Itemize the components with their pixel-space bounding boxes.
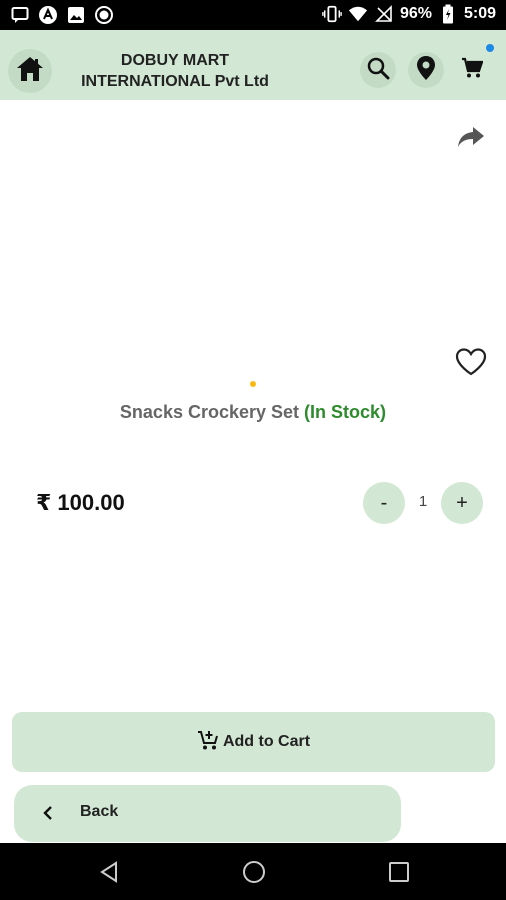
no-signal-icon [374, 4, 394, 24]
record-icon [94, 5, 114, 25]
chevron-left-icon [38, 803, 58, 823]
location-button[interactable] [408, 52, 444, 88]
app-a-icon [38, 5, 58, 25]
home-button[interactable] [8, 49, 52, 93]
brand-line-1: DOBUY MART [120, 52, 230, 69]
home-icon [15, 55, 45, 88]
battery-icon [438, 4, 458, 24]
quantity-decrease-button[interactable]: - [363, 482, 405, 524]
quantity-increase-button[interactable]: + [441, 482, 483, 524]
add-cart-icon [197, 729, 219, 756]
quantity-value: 1 [418, 493, 428, 510]
wishlist-button[interactable] [452, 345, 490, 383]
search-icon [366, 56, 390, 85]
heart-icon [455, 347, 487, 381]
brand-line-2: INTERNATIONAL Pvt Ltd [81, 73, 269, 90]
image-icon [66, 5, 86, 25]
system-nav-bar [0, 843, 506, 900]
back-label: Back [80, 803, 119, 820]
brand-name: DOBUY MART INTERNATIONAL Pvt Ltd [60, 50, 290, 92]
vibrate-icon [322, 4, 342, 24]
app-header: DOBUY MART INTERNATIONAL Pvt Ltd [0, 30, 506, 100]
cart-button[interactable] [454, 52, 490, 88]
cart-icon [461, 57, 484, 84]
nav-recents-icon[interactable] [386, 859, 412, 885]
message-icon [10, 5, 30, 25]
cart-badge [486, 44, 494, 52]
clock: 5:09 [463, 5, 496, 22]
status-bar: 96% 5:09 [0, 0, 506, 30]
add-to-cart-label: Add to Cart [222, 733, 311, 750]
nav-home-icon[interactable] [241, 859, 267, 885]
back-button[interactable]: Back [14, 785, 401, 842]
product-title: Snacks Crockery Set (In Stock) [0, 402, 506, 423]
nav-back-icon[interactable] [96, 859, 122, 885]
share-button[interactable] [452, 120, 490, 158]
stock-status: (In Stock) [304, 402, 387, 422]
wifi-icon [348, 4, 368, 24]
product-price: ₹ 100.00 [36, 490, 125, 515]
battery-percent: 96% [399, 5, 432, 22]
share-icon [457, 126, 485, 153]
product-name: Snacks Crockery Set [119, 402, 300, 422]
location-icon [416, 55, 436, 86]
search-button[interactable] [360, 52, 396, 88]
carousel-indicator[interactable] [250, 381, 256, 387]
add-to-cart-button[interactable]: Add to Cart [12, 712, 495, 772]
